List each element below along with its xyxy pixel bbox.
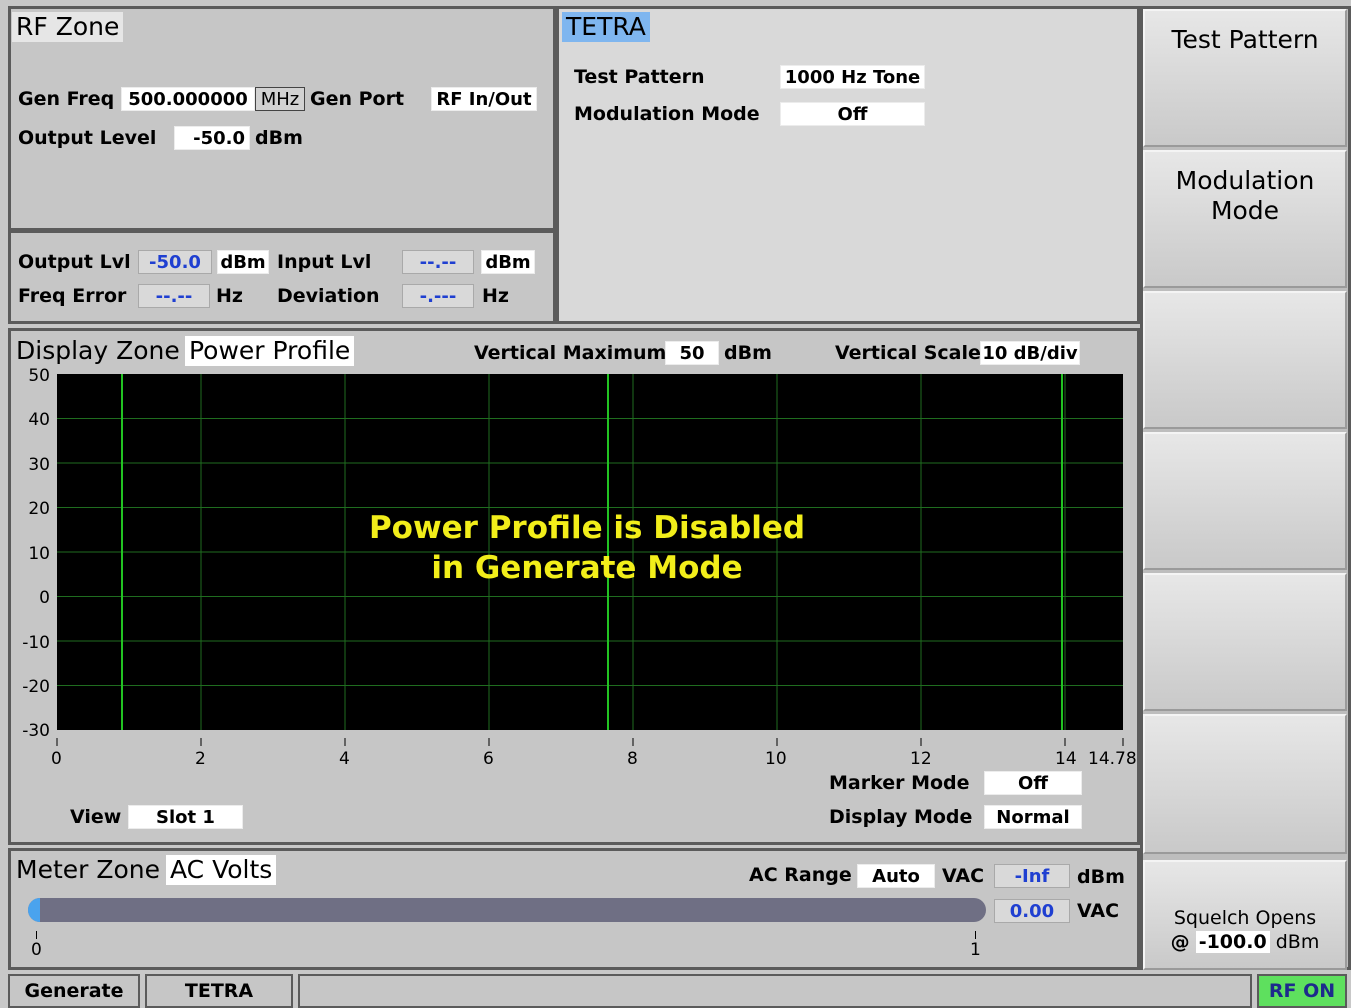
y-tick-label: -30 [22,721,50,741]
softkey-4[interactable] [1143,432,1347,570]
input-lvl-unit: dBm [481,250,535,274]
power-profile-graph: Power Profile is Disabled in Generate Mo… [56,374,1124,746]
deviation-unit: Hz [482,285,509,307]
x-tick-label: 0 [51,749,62,769]
y-tick-label: 30 [28,455,50,475]
rf-readings-panel [8,230,556,324]
y-tick-label: -20 [22,677,50,697]
meter-zone-mode[interactable]: AC Volts [166,855,277,885]
x-tick-label: 14.78 [1088,749,1137,769]
status-mode: Generate [8,974,140,1008]
display-zone-title: Display Zone [16,336,180,365]
softkey-3[interactable] [1143,291,1347,429]
output-lvl-unit: dBm [217,250,269,274]
output-level-field[interactable]: -50.0 [174,126,250,150]
meter-scale-min: 0 [31,940,42,960]
x-tick-label: 10 [765,749,787,769]
gen-port-field[interactable]: RF In/Out [431,87,537,111]
marker-mode-label: Marker Mode [829,772,970,794]
modulation-mode-softkey[interactable]: Modulation Mode [1143,150,1347,288]
squelch-at-symbol: @ [1170,931,1190,953]
tetra-zone-panel [556,6,1140,324]
freq-error-value: --.-- [138,284,210,308]
output-lvl-label: Output Lvl [18,251,131,273]
softkey-5[interactable] [1143,573,1347,711]
view-label: View [70,806,122,828]
modulation-mode-field[interactable]: Off [780,102,925,126]
output-level-label: Output Level [18,127,157,149]
status-message-area [298,974,1252,1008]
y-tick-label: 0 [39,588,50,608]
freq-error-label: Freq Error [18,285,127,307]
vertical-scale-label: Vertical Scale [835,342,981,364]
display-zone-mode[interactable]: Power Profile [185,336,355,366]
ac-range-label: AC Range [749,864,852,886]
vertical-max-field[interactable]: 50 [665,341,719,365]
freq-error-unit: Hz [216,285,243,307]
y-tick-label: 40 [28,410,50,430]
vertical-scale-field[interactable]: 10 dB/div [980,341,1080,365]
y-tick-label: -10 [22,633,50,653]
gen-freq-field[interactable]: 500.000000 [121,87,255,111]
gen-freq-unit[interactable]: MHz [255,87,305,111]
output-level-unit: dBm [255,127,303,149]
modulation-mode-softkey-line2: Mode [1210,196,1280,225]
meter-dbm-unit: dBm [1077,866,1125,888]
test-pattern-softkey-label: Test Pattern [1171,25,1319,54]
test-pattern-field[interactable]: 1000 Hz Tone [780,65,925,89]
squelch-unit: dBm [1275,931,1320,953]
x-tick-label: 14 [1055,749,1077,769]
graph-message-line1: Power Profile is Disabled [369,510,805,546]
display-mode-label: Display Mode [829,806,973,828]
gen-freq-label: Gen Freq [18,88,115,110]
x-tick-label: 12 [910,749,932,769]
x-tick-label: 8 [627,749,638,769]
softkey-6[interactable] [1143,714,1347,854]
meter-vac-value: 0.00 [994,899,1070,923]
graph-message-line2: in Generate Mode [431,550,742,586]
meter-vac-unit: VAC [1077,900,1120,922]
squelch-softkey-label: Squelch Opens [1173,907,1317,929]
y-tick-label: 20 [28,499,50,519]
view-field[interactable]: Slot 1 [128,805,243,829]
display-mode-field[interactable]: Normal [984,805,1082,829]
marker-mode-field[interactable]: Off [984,771,1082,795]
y-tick-label: 10 [28,544,50,564]
input-lvl-value: --.-- [402,250,474,274]
test-pattern-label: Test Pattern [574,66,705,88]
ac-range-field[interactable]: Auto [857,864,935,888]
rf-on-indicator: RF ON [1257,974,1347,1008]
meter-tick-max [975,931,976,939]
deviation-value: -.--- [402,284,474,308]
modulation-mode-label: Modulation Mode [574,103,760,125]
squelch-level-field[interactable]: -100.0 [1195,931,1270,953]
vertical-max-unit: dBm [724,342,772,364]
ac-range-unit: VAC [942,865,985,887]
meter-tick-min [36,931,37,939]
vertical-max-label: Vertical Maximum [474,342,667,364]
x-axis-ticks [56,738,1124,746]
input-lvl-label: Input Lvl [277,251,372,273]
modulation-mode-softkey-line1: Modulation [1175,166,1315,195]
meter-dbm-value: -Inf [994,864,1070,888]
meter-scale-max: 1 [970,940,981,960]
x-tick-label: 6 [483,749,494,769]
output-lvl-value: -50.0 [138,250,212,274]
test-pattern-softkey[interactable]: Test Pattern [1143,9,1347,147]
rf-zone-title: RF Zone [12,12,124,42]
tetra-zone-title: TETRA [562,12,650,42]
gen-port-label: Gen Port [310,88,405,110]
status-system: TETRA [145,974,293,1008]
meter-zone-title: Meter Zone [16,855,161,884]
x-tick-label: 4 [339,749,350,769]
deviation-label: Deviation [277,285,380,307]
y-tick-label: 50 [28,366,50,386]
x-tick-label: 2 [195,749,206,769]
meter-bar [28,898,986,922]
squelch-softkey[interactable]: Squelch Opens @ -100.0 dBm [1143,860,1347,970]
